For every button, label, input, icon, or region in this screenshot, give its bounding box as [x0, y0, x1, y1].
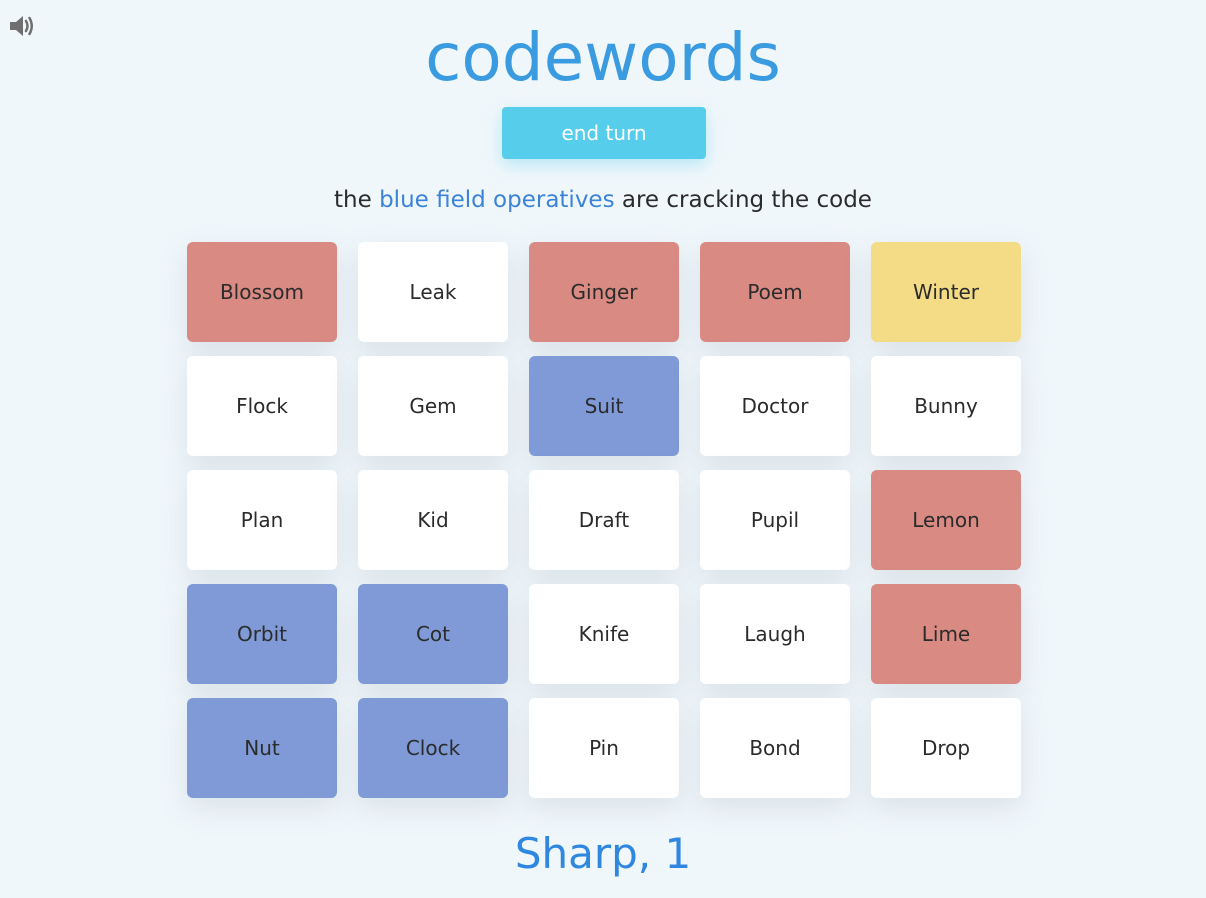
- word-card[interactable]: Draft: [529, 470, 679, 570]
- word-card[interactable]: Lime: [871, 584, 1021, 684]
- word-card[interactable]: Poem: [700, 242, 850, 342]
- word-card[interactable]: Kid: [358, 470, 508, 570]
- word-card[interactable]: Ginger: [529, 242, 679, 342]
- status-prefix: the: [334, 187, 380, 213]
- word-card[interactable]: Cot: [358, 584, 508, 684]
- turn-status: the blue field operatives are cracking t…: [0, 184, 1206, 216]
- word-card[interactable]: Winter: [871, 242, 1021, 342]
- word-card[interactable]: Bond: [700, 698, 850, 798]
- word-card[interactable]: Pupil: [700, 470, 850, 570]
- word-board: Blossom Leak Ginger Poem Winter Flock Ge…: [187, 242, 1022, 798]
- current-clue: Sharp, 1: [514, 829, 692, 878]
- word-card[interactable]: Laugh: [700, 584, 850, 684]
- word-card[interactable]: Flock: [187, 356, 337, 456]
- word-card[interactable]: Pin: [529, 698, 679, 798]
- word-card[interactable]: Orbit: [187, 584, 337, 684]
- word-card[interactable]: Lemon: [871, 470, 1021, 570]
- game-title: codewords: [425, 19, 781, 96]
- word-card[interactable]: Blossom: [187, 242, 337, 342]
- status-suffix: are cracking the code: [614, 187, 872, 213]
- word-card[interactable]: Suit: [529, 356, 679, 456]
- status-team: blue field operatives: [379, 187, 615, 213]
- word-card[interactable]: Knife: [529, 584, 679, 684]
- word-card[interactable]: Plan: [187, 470, 337, 570]
- word-card[interactable]: Doctor: [700, 356, 850, 456]
- word-card[interactable]: Drop: [871, 698, 1021, 798]
- word-card[interactable]: Bunny: [871, 356, 1021, 456]
- word-card[interactable]: Nut: [187, 698, 337, 798]
- word-card[interactable]: Clock: [358, 698, 508, 798]
- end-turn-button[interactable]: end turn: [502, 107, 706, 159]
- word-card[interactable]: Leak: [358, 242, 508, 342]
- word-card[interactable]: Gem: [358, 356, 508, 456]
